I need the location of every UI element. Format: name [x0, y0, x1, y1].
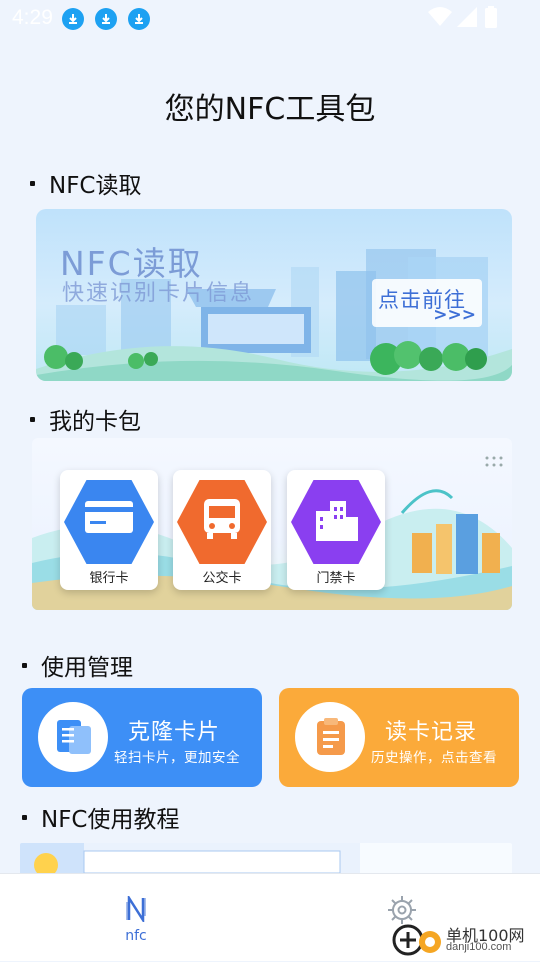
- watermark-url: danji100.com: [446, 941, 512, 953]
- signal-icon: [457, 7, 477, 27]
- bullet-dot: [30, 417, 35, 422]
- watermark: 单机100网 danji100.com: [390, 922, 540, 958]
- bullet-dot: [22, 815, 27, 820]
- bullet-dot: [30, 181, 35, 186]
- section-title-tutorial: NFC使用教程: [22, 800, 180, 834]
- record-icon: [295, 702, 365, 772]
- nav-item-nfc[interactable]: nfc: [106, 893, 166, 944]
- clone-card-subtitle: 轻扫卡片，更加安全: [114, 750, 240, 766]
- clone-card-button[interactable]: 克隆卡片 轻扫卡片，更加安全: [22, 688, 262, 787]
- card-label: 银行卡: [89, 571, 129, 586]
- bullet-dot: [22, 663, 27, 668]
- download-icon: [95, 8, 117, 30]
- download-icon: [128, 8, 150, 30]
- banner-subtitle: 快速识别卡片信息: [62, 281, 255, 306]
- building-icon-glyph: [316, 501, 358, 541]
- tutorial-illustration: [20, 843, 512, 873]
- card-label: 公交卡: [202, 571, 242, 586]
- read-record-subtitle: 历史操作，点击查看: [371, 750, 497, 766]
- watermark-logo: [392, 924, 441, 956]
- tutorial-image[interactable]: [20, 843, 512, 873]
- bus-icon-glyph: [204, 499, 240, 539]
- battery-icon: [485, 6, 497, 28]
- section-title-wallet: 我的卡包: [30, 402, 141, 436]
- go-to-arrows: >>>: [433, 305, 476, 325]
- wifi-icon: [428, 7, 452, 26]
- nfc-icon: [126, 893, 146, 925]
- clone-card-icon: [38, 702, 108, 772]
- bank-card-icon-glyph: [85, 501, 133, 533]
- read-record-title: 读卡记录: [385, 720, 478, 745]
- wallet-card-bank[interactable]: 银行卡: [60, 470, 158, 590]
- wallet-card-access[interactable]: 门禁卡: [287, 470, 385, 590]
- wallet-card-bus[interactable]: 公交卡: [173, 470, 271, 590]
- read-record-button[interactable]: 读卡记录 历史操作，点击查看: [279, 688, 519, 787]
- go-to-button[interactable]: 点击前往 >>>: [372, 279, 482, 327]
- download-icon: [62, 8, 84, 30]
- clone-card-title: 克隆卡片: [128, 720, 221, 745]
- nav-nfc-label: nfc: [125, 928, 147, 944]
- status-bar: 4:29: [0, 0, 540, 36]
- page-title: 您的NFC工具包: [164, 92, 376, 127]
- card-label: 门禁卡: [316, 571, 356, 586]
- wallet-banner: 银行卡 公交卡 门禁卡: [32, 438, 512, 610]
- section-title-management: 使用管理: [22, 648, 133, 682]
- section-title-nfc-read: NFC读取: [30, 166, 142, 200]
- nfc-read-banner[interactable]: NFC读取 快速识别卡片信息 点击前往 >>>: [36, 209, 512, 381]
- status-time: 4:29: [12, 6, 53, 29]
